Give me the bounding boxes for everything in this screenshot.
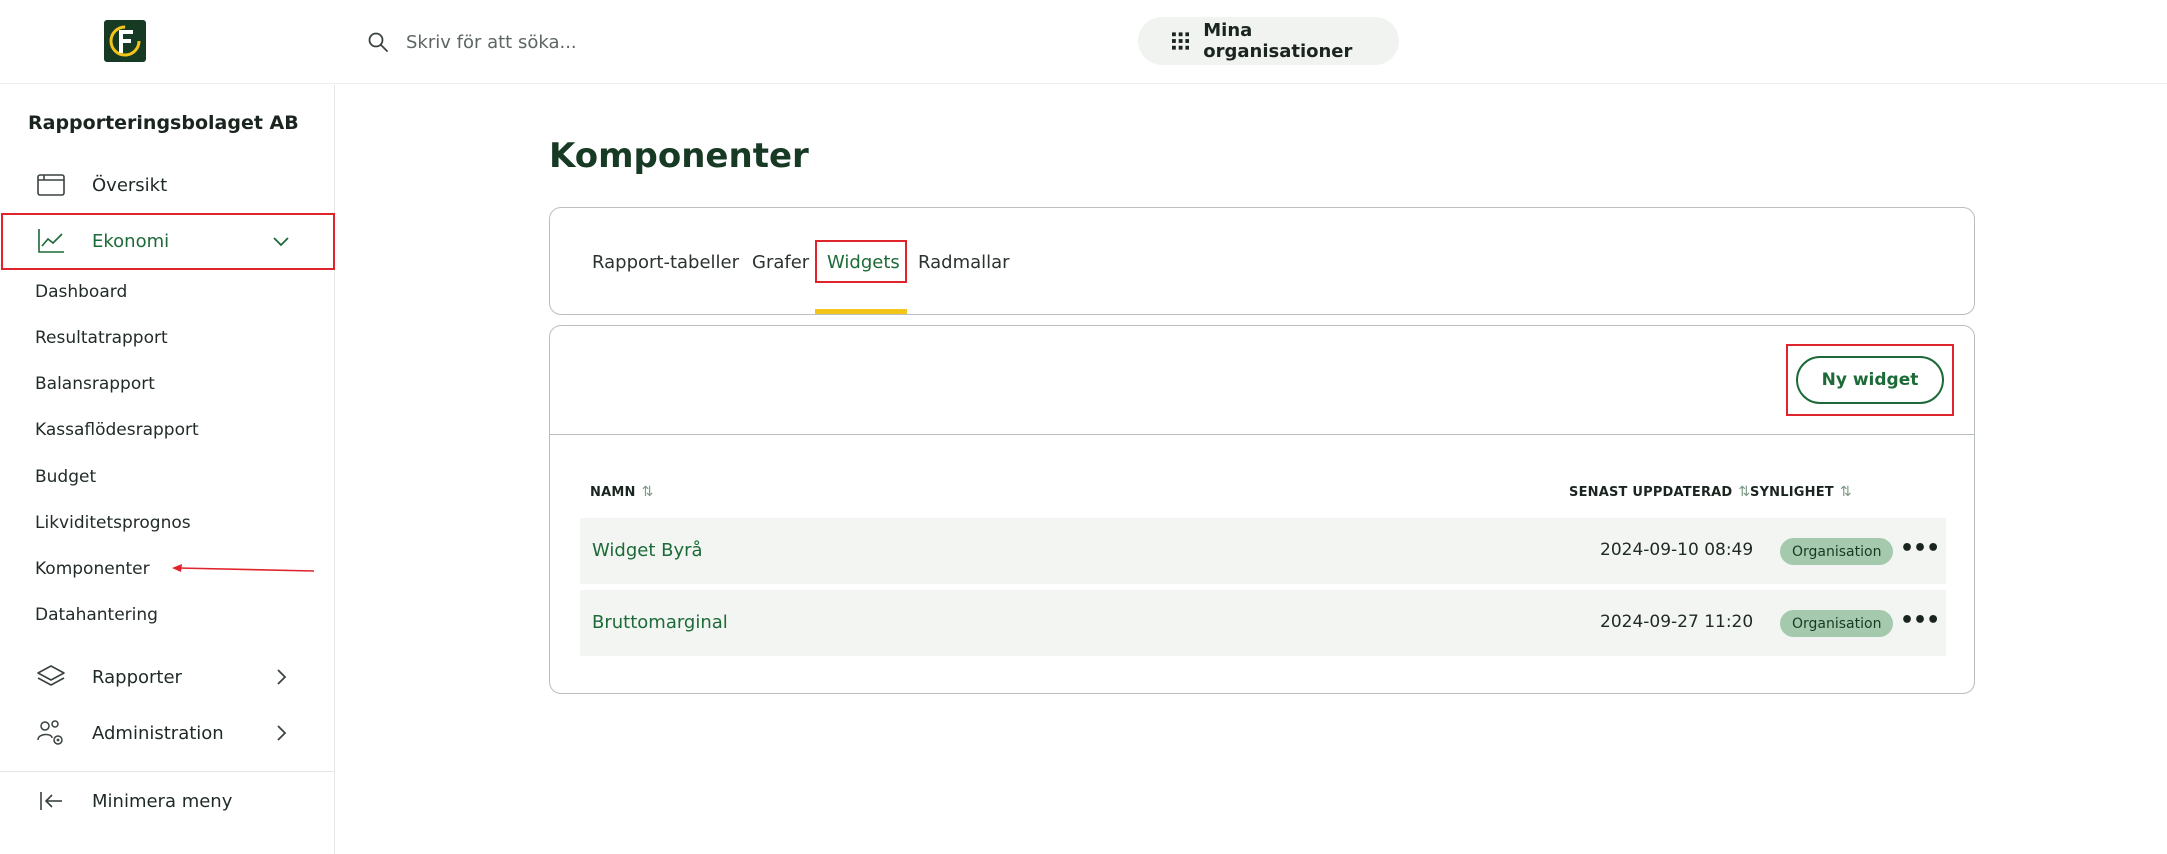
sort-icon: ⇅ xyxy=(1839,484,1852,500)
sidebar-item-label: Rapporter xyxy=(92,666,182,688)
sidebar-item-oversikt[interactable]: Översikt xyxy=(0,157,335,213)
updated-date: 2024-09-10 08:49 xyxy=(1600,540,1754,560)
layers-icon xyxy=(37,665,65,686)
logo-icon xyxy=(109,25,141,57)
sidebar-item-label: Administration xyxy=(92,722,224,744)
sidebar-item-rapporter[interactable]: Rapporter xyxy=(0,649,335,705)
active-tab-indicator xyxy=(815,309,907,314)
sidebar-item-ekonomi[interactable]: Ekonomi xyxy=(0,213,335,269)
sidebar-item-label: Ekonomi xyxy=(92,230,170,252)
tab-rapport-tabeller[interactable]: Rapport-tabeller xyxy=(592,252,739,273)
app-logo[interactable] xyxy=(104,20,146,62)
column-header-label: SYNLIGHET xyxy=(1750,484,1834,500)
my-organizations-label: Mina organisationer xyxy=(1203,20,1353,62)
widget-name-link[interactable]: Widget Byrå xyxy=(592,540,703,561)
sidebar-divider xyxy=(0,771,335,772)
chevron-down-icon xyxy=(273,237,289,247)
browser-window-icon xyxy=(37,174,65,196)
search-icon xyxy=(368,32,388,52)
tab-radmallar[interactable]: Radmallar xyxy=(918,252,1010,273)
more-options-icon[interactable]: ••• xyxy=(1900,608,1940,633)
table-row: Widget Byrå 2024-09-10 08:49 Organisatio… xyxy=(580,518,1946,584)
company-name: Rapporteringsbolaget AB xyxy=(28,112,299,134)
column-header-label: NAMN xyxy=(590,484,636,500)
chevron-right-icon xyxy=(277,669,287,685)
sidebar-subitem-dashboard[interactable]: Dashboard xyxy=(35,282,127,302)
collapse-left-icon xyxy=(40,792,62,810)
more-options-icon[interactable]: ••• xyxy=(1900,536,1940,561)
column-header-name[interactable]: NAMN ⇅ xyxy=(590,484,654,500)
users-gear-icon xyxy=(37,720,63,745)
minimize-menu-button[interactable]: Minimera meny xyxy=(0,773,335,829)
widgets-list-card: Ny widget NAMN ⇅ SENAST UPPDATERAD ⇅ SYNLI… xyxy=(549,325,1975,694)
sidebar-subitem-budget[interactable]: Budget xyxy=(35,467,96,487)
sidebar-item-administration[interactable]: Administration xyxy=(0,705,335,761)
chevron-right-icon xyxy=(277,725,287,741)
minimize-menu-label: Minimera meny xyxy=(92,790,233,812)
visibility-badge: Organisation xyxy=(1780,538,1894,565)
sort-icon: ⇅ xyxy=(641,484,654,500)
column-header-updated[interactable]: SENAST UPPDATERAD ⇅ xyxy=(1569,484,1750,500)
my-organizations-button[interactable]: Mina organisationer xyxy=(1138,17,1399,65)
sidebar-subitem-datahantering[interactable]: Datahantering xyxy=(35,605,158,625)
sort-icon: ⇅ xyxy=(1738,484,1751,500)
widget-name-link[interactable]: Bruttomarginal xyxy=(592,612,728,633)
sidebar: Rapporteringsbolaget AB Översikt Ekonomi… xyxy=(0,85,335,854)
column-header-visibility[interactable]: SYNLIGHET ⇅ xyxy=(1750,484,1852,500)
page-title: Komponenter xyxy=(549,136,809,176)
top-bar: Mina organisationer xyxy=(0,0,2167,84)
annotation-arrow xyxy=(172,564,315,572)
line-chart-icon xyxy=(38,229,64,253)
sidebar-subitem-balansrapport[interactable]: Balansrapport xyxy=(35,374,155,394)
new-widget-button[interactable]: Ny widget xyxy=(1796,356,1944,404)
sidebar-subitem-komponenter[interactable]: Komponenter xyxy=(35,559,150,579)
visibility-badge: Organisation xyxy=(1780,610,1894,637)
search-input[interactable] xyxy=(406,31,926,53)
sidebar-item-label: Översikt xyxy=(92,174,168,196)
updated-date: 2024-09-27 11:20 xyxy=(1600,612,1754,632)
grid-icon xyxy=(1172,32,1190,50)
column-header-label: SENAST UPPDATERAD xyxy=(1569,484,1733,500)
sidebar-subitem-likviditetsprognos[interactable]: Likviditetsprognos xyxy=(35,513,191,533)
tabs-card: Rapport-tabeller Grafer Widgets Radmalla… xyxy=(549,207,1975,315)
card-divider xyxy=(550,434,1974,435)
tab-grafer[interactable]: Grafer xyxy=(752,252,809,273)
sidebar-subitem-resultatrapport[interactable]: Resultatrapport xyxy=(35,328,168,348)
search-bar xyxy=(366,26,966,58)
sidebar-subitem-kassaflodesrapport[interactable]: Kassaflödesrapport xyxy=(35,420,199,440)
tab-widgets[interactable]: Widgets xyxy=(827,252,900,273)
table-row: Bruttomarginal 2024-09-27 11:20 Organisa… xyxy=(580,590,1946,656)
